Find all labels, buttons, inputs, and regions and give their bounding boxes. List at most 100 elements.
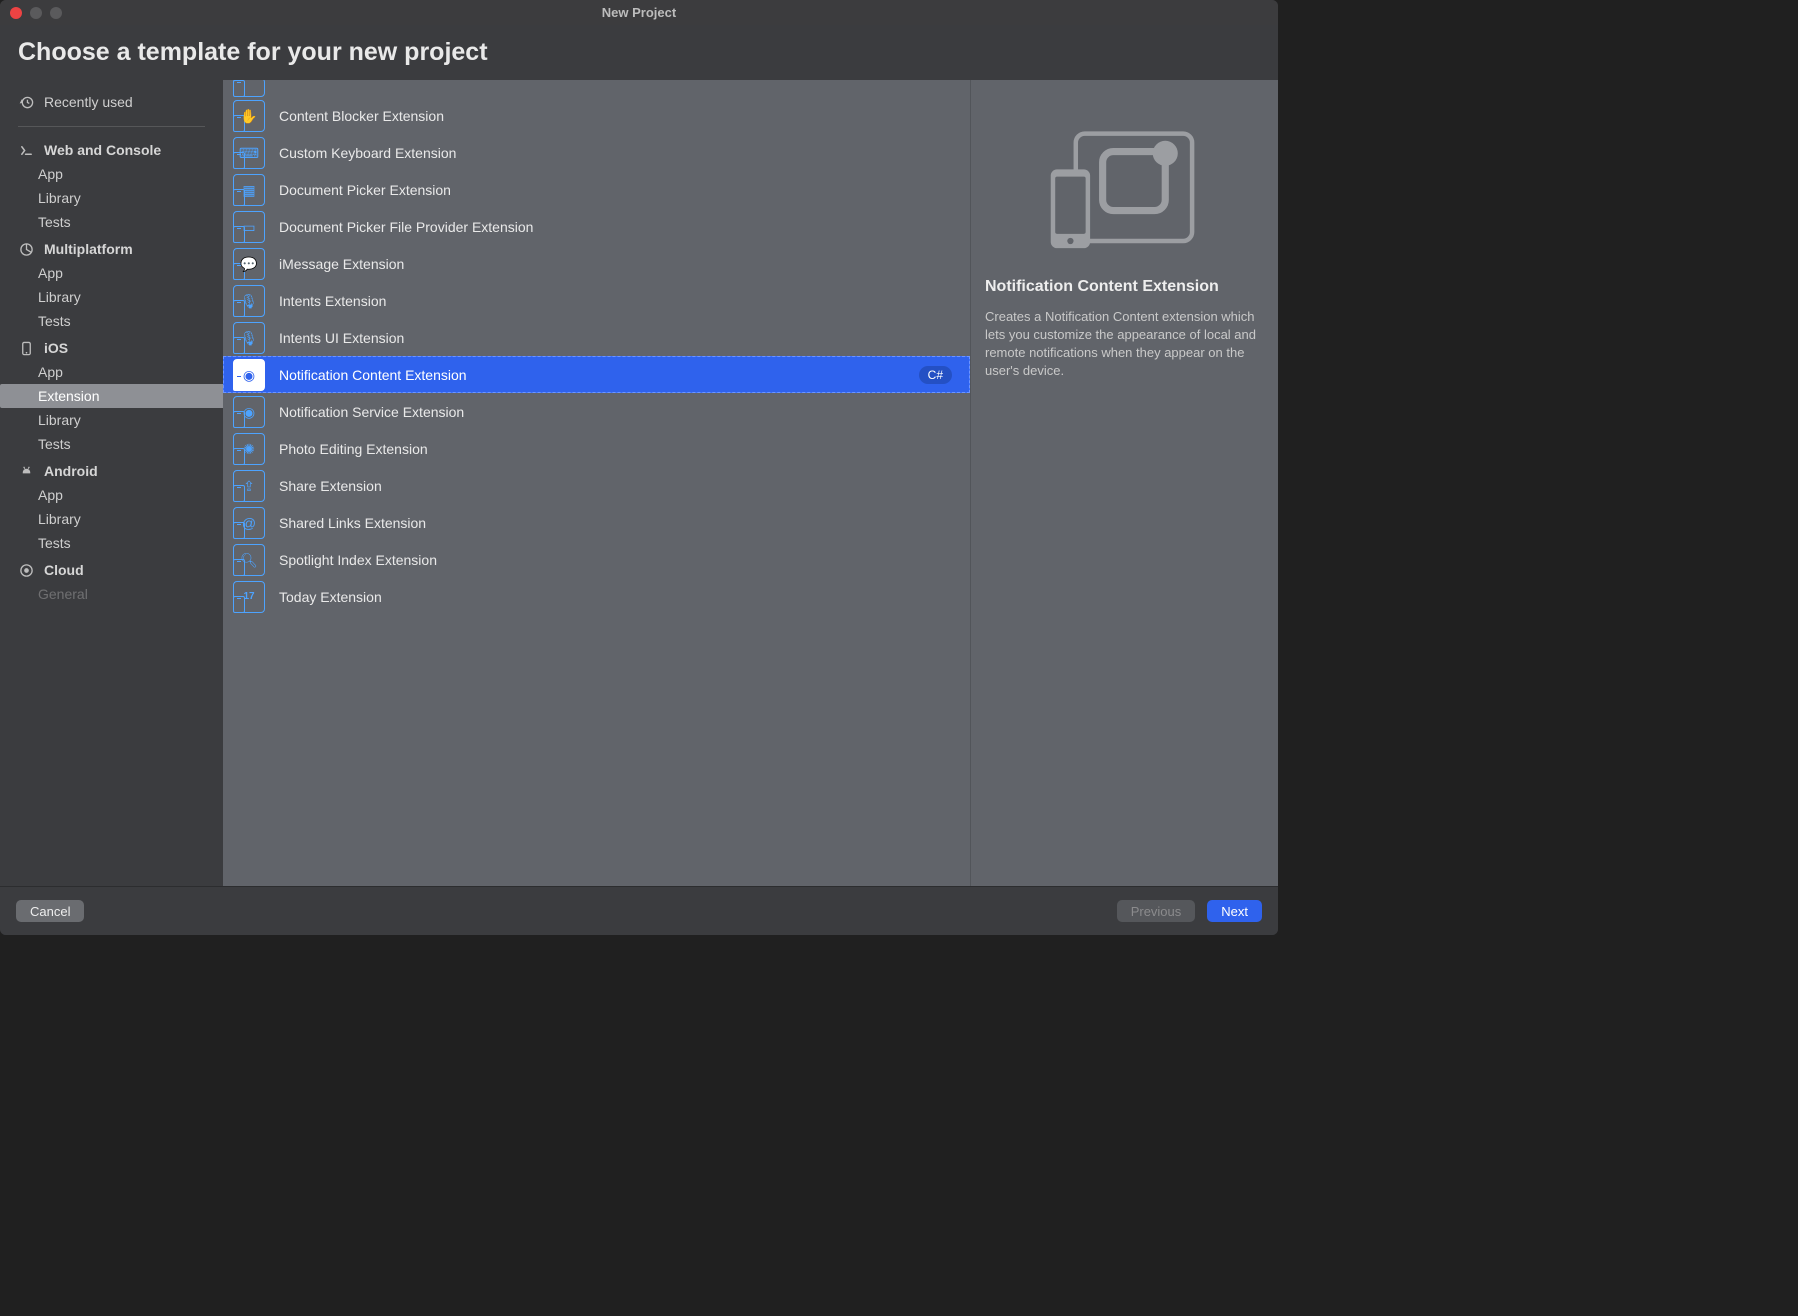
sidebar-item-android-tests[interactable]: Tests — [0, 531, 223, 555]
template-icon: ✺ — [233, 433, 265, 465]
sidebar-item-mp-tests[interactable]: Tests — [0, 309, 223, 333]
template-label: iMessage Extension — [279, 256, 952, 272]
sidebar-item-android-app[interactable]: App — [0, 483, 223, 507]
sidebar-item-cloud-general[interactable]: General — [0, 582, 223, 606]
template-row-document-picker-file-provider[interactable]: ▭ Document Picker File Provider Extensio… — [223, 208, 970, 245]
template-label: Custom Keyboard Extension — [279, 145, 952, 161]
template-icon: ◉ — [233, 359, 265, 391]
template-icon: ▭ — [233, 211, 265, 243]
sidebar-item-android-library[interactable]: Library — [0, 507, 223, 531]
sidebar-section-multiplatform[interactable]: Multiplatform — [0, 234, 223, 261]
sidebar-divider — [18, 126, 205, 127]
detail-title: Notification Content Extension — [985, 278, 1264, 296]
template-icon: ◉ — [233, 396, 265, 428]
template-label: Share Extension — [279, 478, 952, 494]
template-label: Intents Extension — [279, 293, 952, 309]
sidebar-item-web-library[interactable]: Library — [0, 186, 223, 210]
sidebar-item-web-app[interactable]: App — [0, 162, 223, 186]
sidebar-item-mp-app[interactable]: App — [0, 261, 223, 285]
sidebar-scroll[interactable]: Recently used Web and Console App Librar… — [0, 80, 223, 886]
sidebar-section-title: Multiplatform — [44, 241, 133, 257]
sidebar-item-ios-tests[interactable]: Tests — [0, 432, 223, 456]
calendar-icon: 17 — [243, 592, 254, 602]
detail-description: Creates a Notification Content extension… — [985, 308, 1264, 380]
terminal-icon — [18, 142, 34, 158]
template-row-notification-service[interactable]: ◉ Notification Service Extension — [223, 393, 970, 430]
template-illustration — [985, 120, 1264, 260]
template-icon: @ — [233, 507, 265, 539]
app-dot-icon: ◉ — [243, 368, 255, 382]
template-icon: 17 — [233, 581, 265, 613]
sidebar-item-ios-extension[interactable]: Extension — [0, 384, 223, 408]
title-bar: New Project — [0, 0, 1278, 25]
template-icon: 💬 — [233, 248, 265, 280]
sidebar-section-title: Android — [44, 463, 98, 479]
template-row-intents[interactable]: 🎙︎ Intents Extension — [223, 282, 970, 319]
template-row-document-picker[interactable]: ▦ Document Picker Extension — [223, 171, 970, 208]
language-badge: C# — [919, 366, 952, 384]
template-label: Spotlight Index Extension — [279, 552, 952, 568]
sidebar-item-ios-app[interactable]: App — [0, 360, 223, 384]
template-row-custom-keyboard[interactable]: ⌨︎ Custom Keyboard Extension — [223, 134, 970, 171]
sidebar-fade — [0, 860, 223, 886]
sidebar-section-title: iOS — [44, 340, 68, 356]
template-row-shared-links[interactable]: @ Shared Links Extension — [223, 504, 970, 541]
template-label: Notification Content Extension — [279, 367, 905, 383]
template-row-photo-editing[interactable]: ✺ Photo Editing Extension — [223, 430, 970, 467]
pie-icon — [18, 241, 34, 257]
sidebar-section-title: Cloud — [44, 562, 84, 578]
sidebar-recently-used-label: Recently used — [44, 94, 133, 110]
dialog-footer: Cancel Previous Next — [0, 886, 1278, 935]
hand-icon: ✋ — [240, 109, 257, 123]
cancel-button[interactable]: Cancel — [16, 900, 84, 922]
grid-icon: ▦ — [242, 183, 255, 197]
template-icon — [233, 80, 265, 97]
template-row-imessage[interactable]: 💬 iMessage Extension — [223, 245, 970, 282]
sidebar-recently-used[interactable]: Recently used — [0, 88, 223, 122]
template-row-share[interactable]: ⇪ Share Extension — [223, 467, 970, 504]
app-dot-icon: ◉ — [243, 405, 255, 419]
sidebar-section-cloud[interactable]: Cloud — [0, 555, 223, 582]
at-icon: @ — [242, 516, 256, 530]
sidebar-section-android[interactable]: Android — [0, 456, 223, 483]
template-row-spotlight-index[interactable]: 🔍︎ Spotlight Index Extension — [223, 541, 970, 578]
ipad-iphone-notification-icon — [1040, 120, 1210, 260]
share-icon: ⇪ — [243, 479, 255, 493]
sidebar-section-ios[interactable]: iOS — [0, 333, 223, 360]
target-icon — [18, 562, 34, 578]
mic-icon: 🎙︎ — [240, 331, 258, 345]
template-row-today[interactable]: 17 Today Extension — [223, 578, 970, 615]
phone-icon — [18, 340, 34, 356]
template-icon: 🔍︎ — [233, 544, 265, 576]
sidebar-section-web-and-console[interactable]: Web and Console — [0, 135, 223, 162]
template-row-content-blocker[interactable]: ✋ Content Blocker Extension — [223, 97, 970, 134]
sidebar-item-mp-library[interactable]: Library — [0, 285, 223, 309]
template-label: Photo Editing Extension — [279, 441, 952, 457]
mic-icon: 🎙︎ — [240, 294, 258, 308]
page-title: Choose a template for your new project — [18, 38, 488, 67]
clock-back-icon — [18, 94, 34, 110]
search-icon: 🔍︎ — [240, 553, 258, 567]
sidebar-item-web-tests[interactable]: Tests — [0, 210, 223, 234]
template-label: Shared Links Extension — [279, 515, 952, 531]
aperture-icon: ✺ — [243, 442, 255, 456]
template-row-notification-content[interactable]: ◉ Notification Content Extension C# — [223, 356, 970, 393]
template-row-peek[interactable] — [223, 80, 970, 97]
template-icon: ▦ — [233, 174, 265, 206]
template-icon: ✋ — [233, 100, 265, 132]
template-icon: 🎙︎ — [233, 285, 265, 317]
template-label: Notification Service Extension — [279, 404, 952, 420]
window-title: New Project — [0, 5, 1278, 20]
next-button[interactable]: Next — [1207, 900, 1262, 922]
template-label: Document Picker File Provider Extension — [279, 219, 952, 235]
sidebar-item-ios-library[interactable]: Library — [0, 408, 223, 432]
previous-button[interactable]: Previous — [1117, 900, 1196, 922]
template-scroll[interactable]: ✋ Content Blocker Extension ⌨︎ Custom Ke… — [223, 80, 970, 886]
dialog-body: Recently used Web and Console App Librar… — [0, 80, 1278, 886]
chat-icon: 💬 — [240, 257, 257, 271]
template-row-intents-ui[interactable]: 🎙︎ Intents UI Extension — [223, 319, 970, 356]
sidebar-section-title: Web and Console — [44, 142, 161, 158]
template-icon: 🎙︎ — [233, 322, 265, 354]
category-sidebar: Recently used Web and Console App Librar… — [0, 80, 223, 886]
template-icon: ⇪ — [233, 470, 265, 502]
